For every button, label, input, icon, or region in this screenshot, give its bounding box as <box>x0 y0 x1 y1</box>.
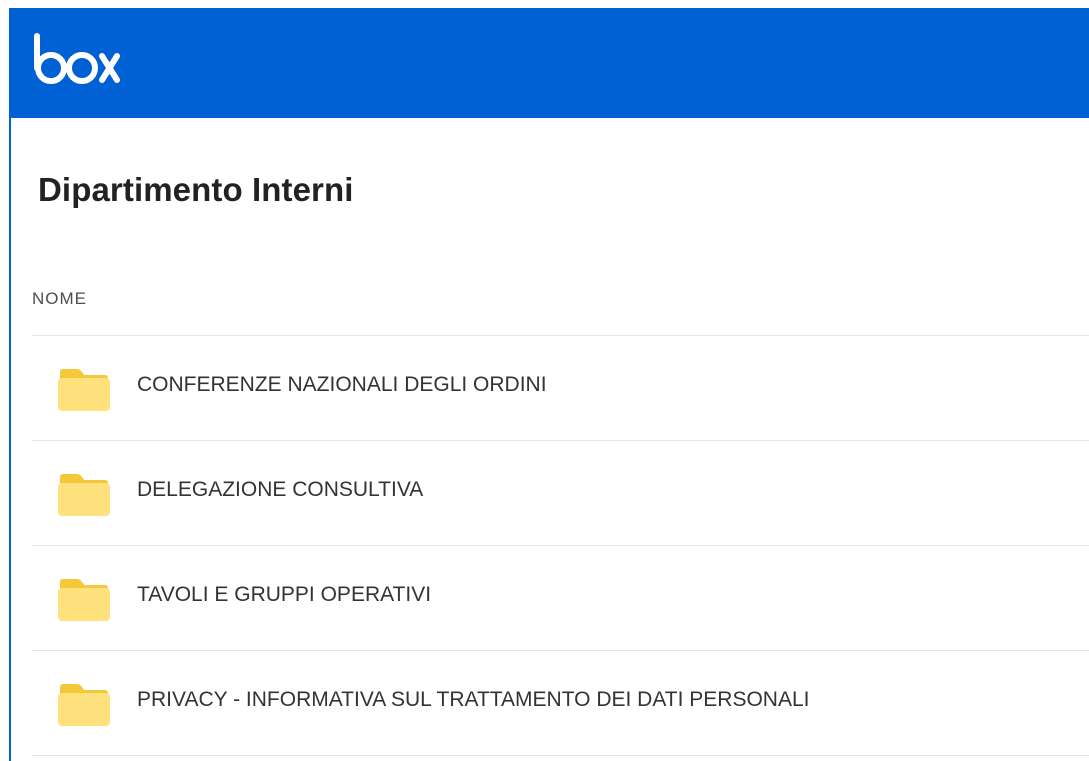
folder-icon <box>58 474 110 516</box>
app-frame: Dipartimento Interni NOME CONFERENZE NAZ… <box>9 8 1089 761</box>
folder-name[interactable]: PRIVACY - INFORMATIVA SUL TRATTAMENTO DE… <box>137 688 810 712</box>
folder-icon <box>58 369 110 411</box>
list-item[interactable]: TAVOLI E GRUPPI OPERATIVI <box>32 546 1089 651</box>
folder-name[interactable]: DELEGAZIONE CONSULTIVA <box>137 478 423 502</box>
list-item[interactable]: DELEGAZIONE CONSULTIVA <box>32 441 1089 546</box>
page-title: Dipartimento Interni <box>38 171 354 208</box>
list-item[interactable]: PRIVACY - INFORMATIVA SUL TRATTAMENTO DE… <box>32 651 1089 756</box>
top-bar <box>11 8 1089 118</box>
folder-name[interactable]: CONFERENZE NAZIONALI DEGLI ORDINI <box>137 373 547 397</box>
box-logo[interactable] <box>31 32 121 88</box>
column-header-name[interactable]: NOME <box>32 289 87 309</box>
folder-icon <box>58 579 110 621</box>
folder-list: CONFERENZE NAZIONALI DEGLI ORDINI DELEGA… <box>32 335 1089 756</box>
folder-icon <box>58 684 110 726</box>
list-item[interactable]: CONFERENZE NAZIONALI DEGLI ORDINI <box>32 336 1089 441</box>
folder-name[interactable]: TAVOLI E GRUPPI OPERATIVI <box>137 583 431 607</box>
